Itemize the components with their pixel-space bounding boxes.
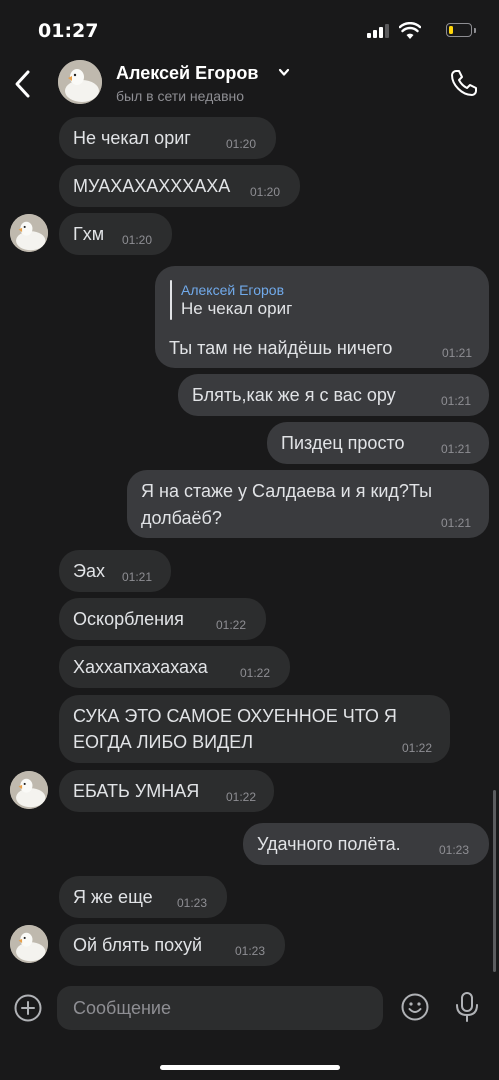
message-bubble-outgoing[interactable]: Удачного полёта. 01:23 <box>243 823 489 865</box>
home-indicator[interactable] <box>160 1065 340 1070</box>
sender-avatar[interactable] <box>10 925 48 963</box>
message-time: 01:20 <box>250 185 281 199</box>
contact-avatar[interactable] <box>58 60 102 104</box>
message-time: 01:21 <box>122 570 153 584</box>
message-time: 01:23 <box>177 896 208 910</box>
message-text-line: Я на стаже у Салдаева и я кид?Ты <box>141 481 433 501</box>
message-time: 01:20 <box>226 137 257 151</box>
message-text: Ой блять похуй <box>73 935 203 955</box>
contact-name[interactable]: Алексей Егоров <box>116 63 258 84</box>
reply-text[interactable]: Не чекал ориг <box>181 297 292 321</box>
message-time: 01:22 <box>240 666 271 680</box>
message-bubble-incoming[interactable]: Оскорбления 01:22 <box>59 598 266 640</box>
message-bubble-outgoing[interactable]: Алексей Егоров Не чекал ориг Ты там не н… <box>155 266 489 368</box>
message-time: 01:21 <box>441 516 472 530</box>
message-time: 01:23 <box>235 944 266 958</box>
message-bubble-outgoing[interactable]: Пиздец просто 01:21 <box>267 422 489 464</box>
phone-icon[interactable] <box>449 68 479 98</box>
message-bubble-incoming[interactable]: Ой блять похуй 01:23 <box>59 924 285 966</box>
message-bubble-incoming[interactable]: Я же еще 01:23 <box>59 876 227 918</box>
message-text-line: ЕОГДА ЛИБО ВИДЕЛ <box>73 732 254 752</box>
message-text: Хаххапхахахаха <box>73 657 208 677</box>
message-text: Блять,как же я с вас ору <box>192 385 396 405</box>
scrollbar[interactable] <box>493 790 496 972</box>
message-bubble-incoming[interactable]: МУАХАХАХХХАХА 01:20 <box>59 165 300 207</box>
message-time: 01:22 <box>226 790 257 804</box>
sender-avatar[interactable] <box>10 771 48 809</box>
message-bubble-incoming[interactable]: Хаххапхахахаха 01:22 <box>59 646 290 688</box>
message-text: Пиздец просто <box>281 433 405 453</box>
message-time: 01:23 <box>439 843 470 857</box>
message-time: 01:21 <box>442 346 473 360</box>
chevron-down-icon[interactable] <box>277 67 291 79</box>
message-text: Гхм <box>73 224 105 244</box>
message-input[interactable] <box>57 986 383 1030</box>
message-text: Удачного полёта. <box>257 834 401 854</box>
message-text-line: СУКА ЭТО САМОЕ ОХУЕННОЕ ЧТО Я <box>73 706 397 726</box>
message-bubble-incoming[interactable]: Эах 01:21 <box>59 550 171 592</box>
message-text: Ты там не найдёшь ничего <box>169 338 393 358</box>
message-text: Я же еще <box>73 887 153 907</box>
message-text: МУАХАХАХХХАХА <box>73 176 231 196</box>
message-text: ЕБАТЬ УМНАЯ <box>73 781 200 801</box>
message-bubble-incoming[interactable]: Не чекал ориг 01:20 <box>59 117 276 159</box>
cellular-signal-icon <box>367 24 391 38</box>
microphone-icon[interactable] <box>453 991 481 1023</box>
chevron-left-icon[interactable] <box>12 66 34 102</box>
plus-circle-icon[interactable] <box>13 993 43 1023</box>
message-bubble-outgoing[interactable]: Я на стаже у Салдаева и я кид?Ты долбаёб… <box>127 470 489 538</box>
message-text: Эах <box>73 561 105 581</box>
message-bubble-incoming[interactable]: ЕБАТЬ УМНАЯ 01:22 <box>59 770 274 812</box>
sender-avatar[interactable] <box>10 214 48 252</box>
message-text: Оскорбления <box>73 609 184 629</box>
battery-icon <box>446 23 476 37</box>
smile-icon[interactable] <box>400 992 430 1022</box>
message-bubble-incoming[interactable]: СУКА ЭТО САМОЕ ОХУЕННОЕ ЧТО Я ЕОГДА ЛИБО… <box>59 695 450 763</box>
message-time: 01:21 <box>441 394 472 408</box>
message-time: 01:22 <box>216 618 247 632</box>
message-bubble-incoming[interactable]: Гхм 01:20 <box>59 213 172 255</box>
reply-bar <box>170 280 172 320</box>
message-bubble-outgoing[interactable]: Блять,как же я с вас ору 01:21 <box>178 374 489 416</box>
message-time: 01:22 <box>402 741 433 755</box>
message-text: Не чекал ориг <box>73 128 191 148</box>
status-time: 01:27 <box>38 20 99 42</box>
message-text-line: долбаёб? <box>141 508 222 528</box>
wifi-icon <box>399 22 421 39</box>
message-time: 01:21 <box>441 442 472 456</box>
contact-status: был в сети недавно <box>116 88 245 104</box>
message-time: 01:20 <box>122 233 153 247</box>
